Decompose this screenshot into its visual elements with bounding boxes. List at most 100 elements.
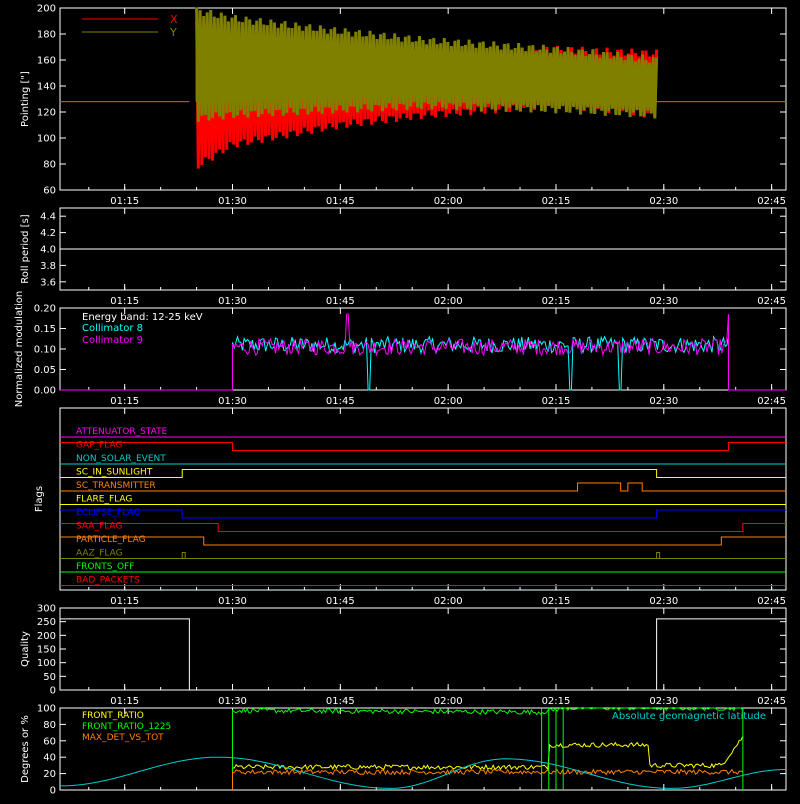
flag-label: ATTENUATOR_STATE <box>76 427 168 437</box>
flag-label: GAP_FLAG <box>76 441 122 451</box>
y-axis-label: Quality <box>20 631 31 667</box>
quality-line <box>60 618 786 691</box>
x-tick-label: 02:00 <box>434 296 463 307</box>
x-tick-label: 02:45 <box>757 296 786 307</box>
chart-canvas: 60 80 100 120 140 160 180 200 01:15 01:30 01:45 02:… <box>0 0 800 800</box>
x-tick-label: 01:30 <box>218 696 247 707</box>
legend-label-front_ratio_1225: FRONT_RATIO_1225 <box>82 722 171 732</box>
x-tick-label: 02:00 <box>434 696 463 707</box>
flag-line-gap_flag <box>60 442 786 451</box>
flag-label: ECLIPSE_FLAG <box>76 508 140 518</box>
y-tick-label: 4.2 <box>40 228 56 239</box>
x-tick-label: 02:30 <box>649 696 678 707</box>
y-tick-label: 100 <box>37 658 56 669</box>
y-tick-label: 150 <box>37 645 56 656</box>
flag-line-sc_transmitter <box>60 482 786 492</box>
x-tick-label: 02:45 <box>757 596 786 607</box>
x-tick-label: 02:45 <box>757 196 786 207</box>
y-tick-label: 180 <box>37 30 56 41</box>
flag-label: SC_IN_SUNLIGHT <box>76 468 153 478</box>
x-tick-label: 01:30 <box>218 396 247 407</box>
flag-label: SAA_FLAG <box>76 522 122 532</box>
y-tick-label: 3.8 <box>40 261 56 272</box>
x-tick-label: 02:15 <box>542 596 571 607</box>
y-tick-label: 160 <box>37 56 56 67</box>
plot-frame <box>59 607 787 691</box>
legend-label-y: Y <box>169 26 177 39</box>
x-tick-label: 02:15 <box>542 196 571 207</box>
x-tick-label: 02:15 <box>542 296 571 307</box>
y-tick-label: 60 <box>43 186 56 197</box>
legend-label-collimator-8: Collimator 8 <box>82 323 143 334</box>
flag-label: SC_TRANSMITTER <box>76 481 156 491</box>
energy-band-annotation: Energy band: 12-25 keV <box>82 312 203 323</box>
x-tick-label: 02:45 <box>757 396 786 407</box>
y-tick-label: 250 <box>37 617 56 628</box>
x-tick-label: 02:30 <box>649 196 678 207</box>
flags-panel: 01:15 01:30 01:45 02:00 02:15 02:30 02:45 ATTEN… <box>59 407 787 607</box>
flag-pulse <box>181 552 186 559</box>
flag-label: FLARE_FLAG <box>76 495 132 505</box>
pointing-panel: 60 80 100 120 140 160 180 200 01:15 01:30 01:45 02:… <box>37 4 787 207</box>
y-tick-label: 100 <box>37 704 56 715</box>
flag-line-particle_flag <box>60 536 786 546</box>
x-tick-label: 01:15 <box>110 196 139 207</box>
legend-label-collimator-9: Collimator 9 <box>82 335 143 346</box>
y-tick-label: 4.4 <box>40 212 56 223</box>
x-tick-label: 02:15 <box>542 396 571 407</box>
y-tick-label: 300 <box>37 604 56 615</box>
flag-label: BAD_PACKETS <box>76 576 140 586</box>
degrees-series-front_ratio <box>232 735 744 771</box>
geomagnetic-annotation: Absolute geomagnetic latitude <box>612 711 766 722</box>
modulation-series-collimator-9 <box>60 313 786 391</box>
flag-label: PARTICLE_FLAG <box>76 535 146 545</box>
y-tick-label: 200 <box>37 4 56 15</box>
modulation-series-collimator-8 <box>60 335 786 391</box>
x-tick-label: 01:45 <box>326 696 355 707</box>
modulation-panel: 0.00 0.05 0.10 0.15 0.20 01:15 01:30 01:45 02:00… <box>34 304 787 407</box>
flag-pulse <box>656 552 661 559</box>
x-tick-label: 01:45 <box>326 596 355 607</box>
flag-label: AAZ_FLAG <box>76 549 123 559</box>
y-tick-label: 0 <box>50 786 56 797</box>
y-tick-label: 120 <box>37 108 56 119</box>
x-tick-label: 01:45 <box>326 196 355 207</box>
quality-panel: 0 50 100 150 200 250 300 01:15 01:30 01:45 02:00 02… <box>37 604 787 707</box>
flag-line-saa_flag <box>60 523 786 532</box>
x-tick-label: 01:30 <box>218 596 247 607</box>
y-axis-label: Flags <box>34 486 45 512</box>
y-axis-label: Roll period [s] <box>20 214 31 283</box>
x-tick-label: 01:30 <box>218 296 247 307</box>
x-tick-label: 02:00 <box>434 596 463 607</box>
y-tick-label: 80 <box>43 720 56 731</box>
chart-svg: 608010012014016018020001:15 01:30 01:45 02:… <box>14 4 787 797</box>
y-axis-label: Degrees or % <box>20 715 31 783</box>
y-tick-label: 4.0 <box>40 245 56 256</box>
x-tick-label: 01:15 <box>110 396 139 407</box>
geomagnetic-latitude-line <box>60 756 786 789</box>
x-tick-label: 01:30 <box>218 196 247 207</box>
plot-frame <box>59 407 787 591</box>
y-tick-label: 0.05 <box>34 365 56 376</box>
y-tick-label: 60 <box>43 736 56 747</box>
x-tick-label: 01:45 <box>326 396 355 407</box>
x-tick-label: 01:45 <box>326 296 355 307</box>
x-tick-label: 01:15 <box>110 296 139 307</box>
x-tick-label: 01:15 <box>110 596 139 607</box>
y-tick-label: 3.6 <box>40 277 56 288</box>
x-tick-label: 02:30 <box>649 596 678 607</box>
y-tick-label: 40 <box>43 753 56 764</box>
y-tick-label: 20 <box>43 769 56 780</box>
x-tick-label: 02:30 <box>649 296 678 307</box>
y-tick-label: 140 <box>37 82 56 93</box>
y-axis-label: Pointing ["] <box>20 71 31 127</box>
legend-label-x: X <box>170 13 178 26</box>
y-tick-label: 0.15 <box>34 324 56 335</box>
y-tick-label: 100 <box>37 134 56 145</box>
flag-line-eclipse_flag <box>60 509 786 519</box>
degrees-panel: 0 20 40 60 80 100 FRONT_RATIOFRONT_RATIO_1225M… <box>37 704 787 797</box>
x-tick-label: 01:15 <box>110 696 139 707</box>
x-tick-label: 02:30 <box>649 396 678 407</box>
legend-label-max_det_vs_tot: MAX_DET_VS_TOT <box>82 733 164 743</box>
legend-label-front_ratio: FRONT_RATIO <box>82 711 144 721</box>
